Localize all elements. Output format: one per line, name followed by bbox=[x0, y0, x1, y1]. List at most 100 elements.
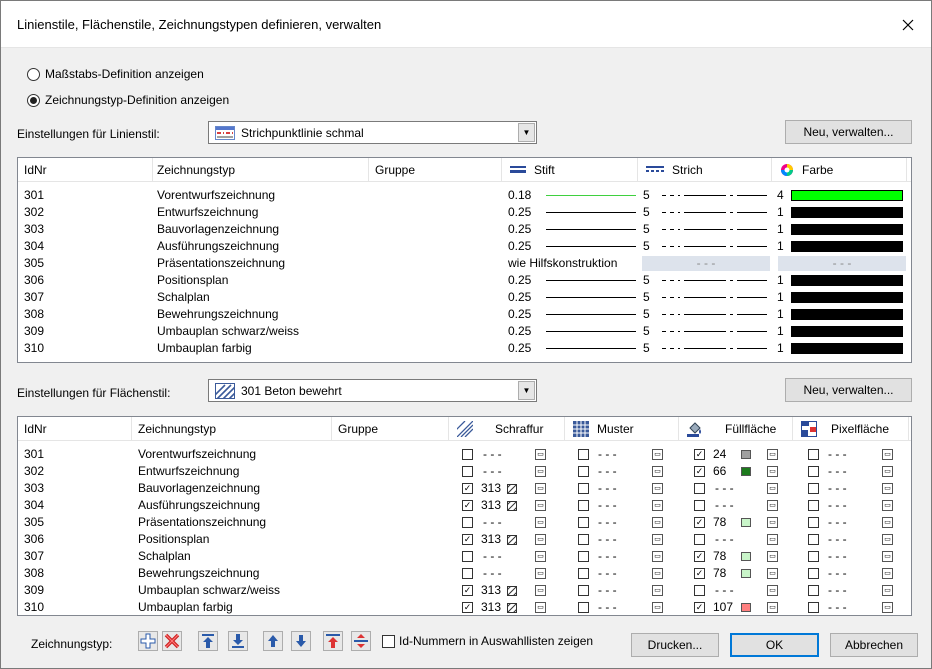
checkbox[interactable]: ✓ bbox=[462, 483, 473, 494]
table-row[interactable]: 301 Vorentwurfszeichnung 0.18 5 4 bbox=[18, 187, 911, 204]
select-button[interactable]: ▭ bbox=[652, 568, 663, 579]
select-button[interactable]: ▭ bbox=[535, 483, 546, 494]
show-id-numbers-checkbox[interactable]: Id-Nummern in Auswahllisten zeigen bbox=[382, 634, 593, 648]
checkbox[interactable]: ✓ bbox=[694, 602, 705, 613]
select-button[interactable]: ▭ bbox=[535, 568, 546, 579]
radio-circle-selected[interactable] bbox=[27, 93, 40, 107]
select-button[interactable]: ▭ bbox=[882, 585, 893, 596]
checkbox[interactable] bbox=[578, 483, 589, 494]
checkbox[interactable] bbox=[462, 551, 473, 562]
move-to-top-button[interactable] bbox=[198, 631, 218, 651]
select-button[interactable]: ▭ bbox=[767, 568, 778, 579]
checkbox[interactable] bbox=[808, 466, 819, 477]
checkbox[interactable] bbox=[808, 534, 819, 545]
select-button[interactable]: ▭ bbox=[535, 534, 546, 545]
dropdown-arrow-icon[interactable]: ▼ bbox=[518, 123, 535, 142]
select-button[interactable]: ▭ bbox=[882, 568, 893, 579]
fillstyle-new-manage-button[interactable]: Neu, verwalten... bbox=[785, 378, 912, 402]
select-button[interactable]: ▭ bbox=[767, 585, 778, 596]
table-row[interactable]: 304 Ausführungszeichnung 0.25 5 1 bbox=[18, 238, 911, 255]
col-zeichnungstyp[interactable]: Zeichnungstyp bbox=[153, 158, 369, 182]
select-button[interactable]: ▭ bbox=[535, 517, 546, 528]
insert-above-button[interactable] bbox=[323, 631, 343, 651]
select-button[interactable]: ▭ bbox=[882, 602, 893, 613]
checkbox[interactable] bbox=[694, 483, 705, 494]
select-button[interactable]: ▭ bbox=[652, 500, 663, 511]
radio-scale-definition[interactable]: Maßstabs-Definition anzeigen bbox=[27, 67, 204, 81]
select-button[interactable]: ▭ bbox=[767, 517, 778, 528]
col-farbe[interactable]: Farbe bbox=[772, 158, 907, 182]
col-pixelflaeche[interactable]: Pixelfläche bbox=[793, 417, 909, 441]
select-button[interactable]: ▭ bbox=[767, 466, 778, 477]
select-button[interactable]: ▭ bbox=[767, 551, 778, 562]
checkbox[interactable]: ✓ bbox=[694, 449, 705, 460]
select-button[interactable]: ▭ bbox=[767, 500, 778, 511]
delete-drawing-type-button[interactable] bbox=[162, 631, 182, 651]
checkbox[interactable]: ✓ bbox=[694, 466, 705, 477]
checkbox[interactable] bbox=[694, 534, 705, 545]
select-button[interactable]: ▭ bbox=[535, 449, 546, 460]
close-button[interactable] bbox=[885, 1, 931, 48]
select-button[interactable]: ▭ bbox=[652, 449, 663, 460]
table-row[interactable]: 308 Bewehrungszeichnung - - - ▭ - - - ▭ ✓ 78 ▭ - … bbox=[18, 565, 911, 582]
select-button[interactable]: ▭ bbox=[652, 483, 663, 494]
select-button[interactable]: ▭ bbox=[767, 449, 778, 460]
insert-below-button[interactable] bbox=[351, 631, 371, 651]
table-row[interactable]: 307 Schalplan 0.25 5 1 bbox=[18, 289, 911, 306]
table-row[interactable]: 310 Umbauplan farbig ✓ 313 ▭ - - - ▭ ✓ 107 ▭ - - -… bbox=[18, 599, 911, 615]
select-button[interactable]: ▭ bbox=[535, 466, 546, 477]
table-row[interactable]: 309 Umbauplan schwarz/weiss ✓ 313 ▭ - - - ▭ - -… bbox=[18, 582, 911, 599]
checkbox[interactable] bbox=[808, 568, 819, 579]
select-button[interactable]: ▭ bbox=[882, 551, 893, 562]
table-row[interactable]: 308 Bewehrungszeichnung 0.25 5 1 bbox=[18, 306, 911, 323]
cancel-button[interactable]: Abbrechen bbox=[830, 633, 918, 657]
checkbox[interactable]: ✓ bbox=[694, 568, 705, 579]
table-row[interactable]: 305 Präsentationszeichnung wie Hilfskonstr… bbox=[18, 255, 911, 272]
select-button[interactable]: ▭ bbox=[652, 466, 663, 477]
checkbox[interactable] bbox=[808, 449, 819, 460]
table-row[interactable]: 303 Bauvorlagenzeichnung 0.25 5 1 bbox=[18, 221, 911, 238]
move-to-bottom-button[interactable] bbox=[228, 631, 248, 651]
table-row[interactable]: 306 Positionsplan ✓ 313 ▭ - - - ▭ - - - ▭ - - - ▭ bbox=[18, 531, 911, 548]
table-row[interactable]: 304 Ausführungszeichnung ✓ 313 ▭ - - - ▭ - - - ▭… bbox=[18, 497, 911, 514]
select-button[interactable]: ▭ bbox=[767, 483, 778, 494]
col-gruppe[interactable]: Gruppe bbox=[332, 417, 449, 441]
select-button[interactable]: ▭ bbox=[652, 534, 663, 545]
col-stift[interactable]: Stift bbox=[502, 158, 638, 182]
select-button[interactable]: ▭ bbox=[767, 534, 778, 545]
table-row[interactable]: 303 Bauvorlagenzeichnung ✓ 313 ▭ - - - ▭ - - - ▭… bbox=[18, 480, 911, 497]
fillstyle-combobox[interactable]: 301 Beton bewehrt ▼ bbox=[208, 379, 537, 402]
checkbox[interactable] bbox=[578, 466, 589, 477]
col-fuellflaeche[interactable]: Füllfläche bbox=[679, 417, 793, 441]
table-row[interactable]: 302 Entwurfszeichnung 0.25 5 1 bbox=[18, 204, 911, 221]
checkbox[interactable]: ✓ bbox=[462, 534, 473, 545]
checkbox-box[interactable] bbox=[382, 634, 395, 648]
radio-drawing-type-definition[interactable]: Zeichnungstyp-Definition anzeigen bbox=[27, 93, 229, 107]
col-strich[interactable]: Strich bbox=[638, 158, 772, 182]
col-schraffur[interactable]: Schraffur bbox=[449, 417, 565, 441]
col-muster[interactable]: Muster bbox=[565, 417, 679, 441]
move-up-button[interactable] bbox=[263, 631, 283, 651]
radio-circle[interactable] bbox=[27, 67, 40, 81]
checkbox[interactable]: ✓ bbox=[462, 500, 473, 511]
add-drawing-type-button[interactable] bbox=[138, 631, 158, 651]
select-button[interactable]: ▭ bbox=[652, 517, 663, 528]
print-button[interactable]: Drucken... bbox=[631, 633, 719, 657]
select-button[interactable]: ▭ bbox=[882, 449, 893, 460]
col-zeichnungstyp[interactable]: Zeichnungstyp bbox=[132, 417, 332, 441]
checkbox[interactable] bbox=[808, 551, 819, 562]
select-button[interactable]: ▭ bbox=[882, 466, 893, 477]
select-button[interactable]: ▭ bbox=[535, 585, 546, 596]
select-button[interactable]: ▭ bbox=[882, 483, 893, 494]
ok-button[interactable]: OK bbox=[730, 633, 819, 657]
select-button[interactable]: ▭ bbox=[882, 534, 893, 545]
select-button[interactable]: ▭ bbox=[652, 551, 663, 562]
checkbox[interactable]: ✓ bbox=[462, 585, 473, 596]
table-row[interactable]: 306 Positionsplan 0.25 5 1 bbox=[18, 272, 911, 289]
checkbox[interactable] bbox=[578, 551, 589, 562]
select-button[interactable]: ▭ bbox=[767, 602, 778, 613]
linestyle-new-manage-button[interactable]: Neu, verwalten... bbox=[785, 120, 912, 144]
checkbox[interactable] bbox=[462, 568, 473, 579]
checkbox[interactable] bbox=[808, 602, 819, 613]
col-idnr[interactable]: IdNr bbox=[18, 158, 153, 182]
